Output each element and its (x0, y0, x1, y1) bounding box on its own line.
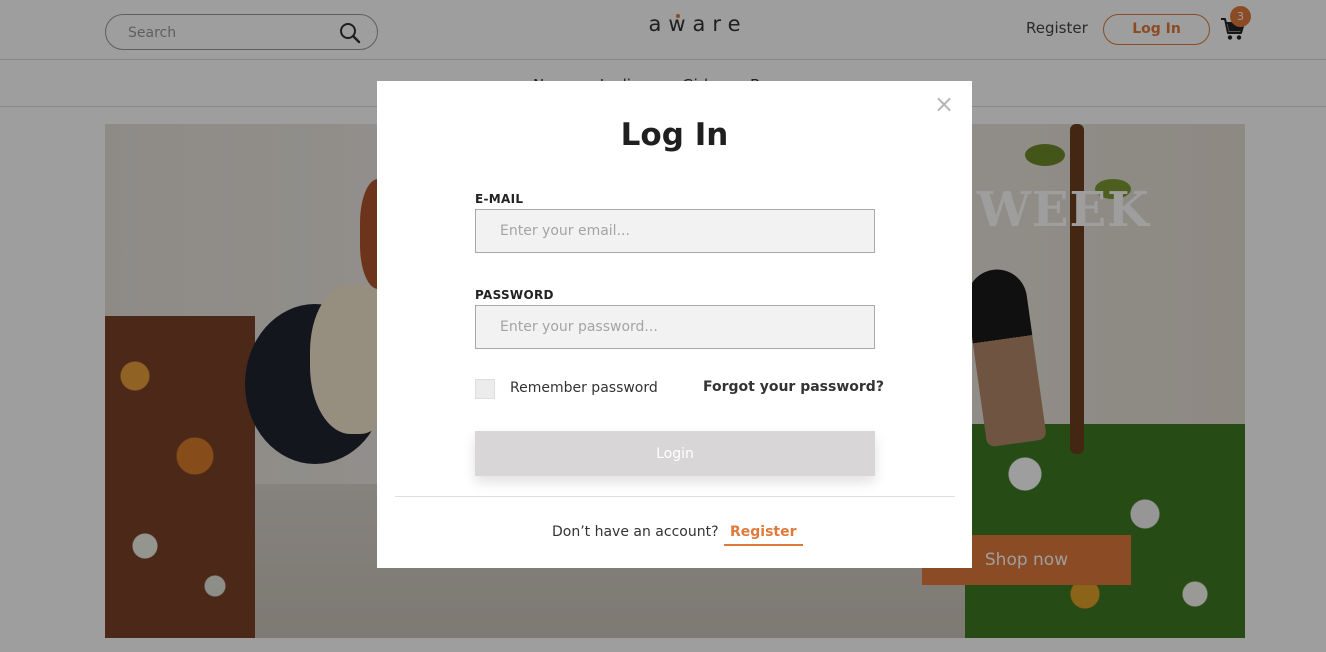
close-icon[interactable]: × (933, 92, 955, 116)
email-field[interactable] (475, 209, 875, 253)
remember-password-checkbox[interactable] (475, 379, 495, 399)
modal-register-link[interactable]: Register (724, 524, 803, 546)
password-label: PASSWORD (475, 288, 554, 302)
no-account-text: Don’t have an account? (552, 524, 719, 540)
forgot-password-link[interactable]: Forgot your password? (703, 379, 884, 395)
remember-password-label[interactable]: Remember password (510, 380, 658, 396)
modal-title: Log In (620, 117, 729, 153)
login-submit-button[interactable]: Login (475, 431, 875, 476)
modal-divider (395, 496, 955, 497)
email-label: E-MAIL (475, 192, 524, 206)
password-field[interactable] (475, 305, 875, 349)
login-modal: × Log In E-MAIL PASSWORD Remember passwo… (377, 81, 972, 568)
